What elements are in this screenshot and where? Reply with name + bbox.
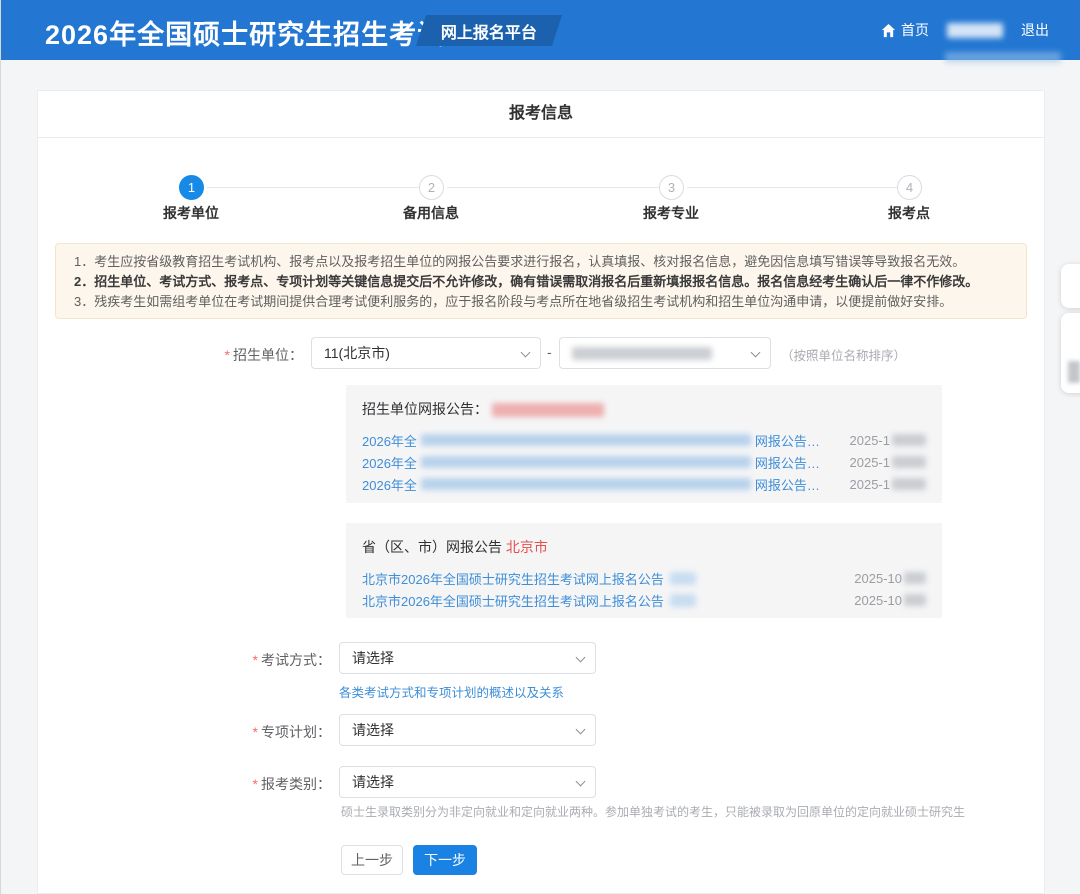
- list-item: 2026年全 网报公告… 2025-1: [362, 451, 926, 473]
- redacted-date: [904, 572, 926, 584]
- announcement-date: 2025-1: [850, 455, 926, 470]
- announcement-date: 2025-10: [854, 571, 926, 586]
- exam-method-help-link[interactable]: 各类考试方式和专项计划的概述以及关系: [339, 682, 564, 701]
- unit-announcement-link[interactable]: 2026年全 网报公告…: [362, 475, 820, 494]
- province-name: 北京市: [506, 539, 548, 555]
- next-step-button[interactable]: 下一步: [413, 845, 477, 875]
- home-icon: [881, 23, 896, 38]
- list-item: 北京市2026年全国硕士研究生招生考试网上报名公告 2025-10: [362, 567, 926, 589]
- province-announcement-link[interactable]: 北京市2026年全国硕士研究生招生考试网上报名公告: [362, 591, 696, 610]
- redacted-link-suffix: [670, 572, 696, 585]
- category-value: 请选择: [352, 772, 394, 792]
- category-helper-text: 硕士生录取类别分为非定向就业和定向就业两种。参加单独考试的考生，只能被录取为回原…: [341, 803, 965, 820]
- unit-name-select[interactable]: [559, 337, 771, 369]
- unit-notice-title: 招生单位网报公告：: [362, 399, 926, 419]
- province-notice-list: 北京市2026年全国硕士研究生招生考试网上报名公告 2025-10 北京市202…: [362, 567, 926, 611]
- floating-widget[interactable]: [1061, 313, 1080, 393]
- exam-method-select[interactable]: 请选择: [339, 642, 596, 674]
- prev-step-button[interactable]: 上一步: [341, 845, 403, 875]
- redacted-date: [892, 456, 926, 468]
- redacted-unit-name: [572, 347, 712, 360]
- category-select[interactable]: 请选择: [339, 766, 596, 798]
- chevron-down-icon: [521, 348, 531, 358]
- unit-sort-hint: （按照单位名称排序）: [781, 345, 906, 364]
- province-notice-box: 省（区、市）网报公告 北京市 北京市2026年全国硕士研究生招生考试网上报名公告…: [346, 523, 942, 618]
- exam-method-value: 请选择: [352, 648, 394, 668]
- redacted-date: [892, 478, 926, 490]
- step-3-circle: 3: [659, 175, 684, 200]
- unit-notice-list: 2026年全 网报公告… 2025-1 2026年全 网报公告… 2025-1: [362, 429, 926, 495]
- app-screen: 2026年全国硕士研究生招生考试 网上报名平台 首页 退出 报考信息 1 2 3…: [0, 0, 1080, 894]
- redacted-unit-title: [492, 403, 604, 417]
- unit-province-select[interactable]: 11(北京市): [311, 337, 541, 369]
- step-4-number: 4: [906, 180, 913, 195]
- site-title: 2026年全国硕士研究生招生考试: [45, 13, 445, 52]
- list-item: 2026年全 网报公告… 2025-1: [362, 429, 926, 451]
- redacted-username[interactable]: [947, 23, 1003, 38]
- step-4-circle: 4: [897, 175, 922, 200]
- special-plan-select[interactable]: 请选择: [339, 714, 596, 746]
- announcement-date: 2025-10: [854, 593, 926, 608]
- notice-box: 1．考生应按省级教育招生考试机构、报考点以及报考招生单位的网报公告要求进行报名，…: [55, 243, 1027, 319]
- step-1-label: 报考单位: [131, 203, 251, 223]
- home-link-label: 首页: [901, 20, 929, 40]
- redacted-link-text: [421, 478, 751, 490]
- required-mark: *: [253, 776, 258, 792]
- province-notice-title: 省（区、市）网报公告 北京市: [362, 537, 926, 557]
- unit-announcement-link[interactable]: 2026年全 网报公告…: [362, 453, 820, 472]
- header-nav: 首页 退出: [881, 0, 1049, 60]
- redacted-date: [892, 434, 926, 446]
- required-mark: *: [253, 724, 258, 740]
- platform-badge: 网上报名平台: [416, 15, 562, 46]
- list-item: 2026年全 网报公告… 2025-1: [362, 473, 926, 495]
- unit-province-value: 11(北京市): [324, 343, 390, 363]
- step-connector: [687, 187, 897, 188]
- notice-line-3: 3．残疾考生如需组考单位在考试期间提供合理考试便利服务的，应于报名阶段与考点所在…: [74, 292, 1008, 312]
- chevron-down-icon: [576, 653, 586, 663]
- list-item: 北京市2026年全国硕士研究生招生考试网上报名公告 2025-10: [362, 589, 926, 611]
- exam-method-label: *考试方式：: [131, 650, 331, 670]
- required-mark: *: [253, 652, 258, 668]
- step-1-circle: 1: [179, 175, 204, 200]
- chevron-down-icon: [576, 777, 586, 787]
- announcement-date: 2025-1: [850, 433, 926, 448]
- unit-field-label: *招生单位：: [103, 345, 303, 365]
- redacted-link-suffix: [670, 594, 696, 607]
- step-1-number: 1: [188, 180, 195, 195]
- announcement-date: 2025-1: [850, 477, 926, 492]
- step-connector: [447, 187, 659, 188]
- step-connector: [207, 187, 419, 188]
- special-plan-value: 请选择: [352, 720, 394, 740]
- step-2-circle: 2: [419, 175, 444, 200]
- redacted-widget-glyph: [1068, 361, 1080, 383]
- top-header: 2026年全国硕士研究生招生考试 网上报名平台 首页 退出: [1, 0, 1080, 60]
- redacted-date: [904, 594, 926, 606]
- redacted-link-text: [421, 456, 751, 468]
- step-2-number: 2: [428, 180, 435, 195]
- step-2-label: 备用信息: [371, 203, 491, 223]
- chevron-down-icon: [576, 725, 586, 735]
- step-3-label: 报考专业: [611, 203, 731, 223]
- chevron-down-icon: [751, 348, 761, 358]
- page-title: 报考信息: [37, 90, 1045, 138]
- province-announcement-link[interactable]: 北京市2026年全国硕士研究生招生考试网上报名公告: [362, 569, 696, 588]
- notice-line-2: 2．招生单位、考试方式、报考点、专项计划等关键信息提交后不允许修改，确有错误需取…: [74, 272, 1008, 292]
- select-separator: -: [547, 344, 552, 360]
- step-4-label: 报考点: [849, 203, 969, 223]
- platform-badge-label: 网上报名平台: [441, 19, 537, 43]
- required-mark: *: [225, 347, 230, 363]
- unit-announcement-link[interactable]: 2026年全 网报公告…: [362, 431, 820, 450]
- special-plan-label: *专项计划：: [131, 722, 331, 742]
- redacted-subheader-text: [945, 52, 1061, 63]
- category-label: *报考类别：: [131, 774, 331, 794]
- logout-link[interactable]: 退出: [1021, 20, 1049, 40]
- notice-line-1: 1．考生应按省级教育招生考试机构、报考点以及报考招生单位的网报公告要求进行报名，…: [74, 252, 1008, 272]
- step-3-number: 3: [668, 180, 675, 195]
- redacted-link-text: [421, 434, 751, 446]
- unit-notice-box: 招生单位网报公告： 2026年全 网报公告… 2025-1 2026年全: [346, 385, 942, 503]
- home-link[interactable]: 首页: [881, 20, 929, 40]
- floating-widget[interactable]: [1061, 264, 1080, 308]
